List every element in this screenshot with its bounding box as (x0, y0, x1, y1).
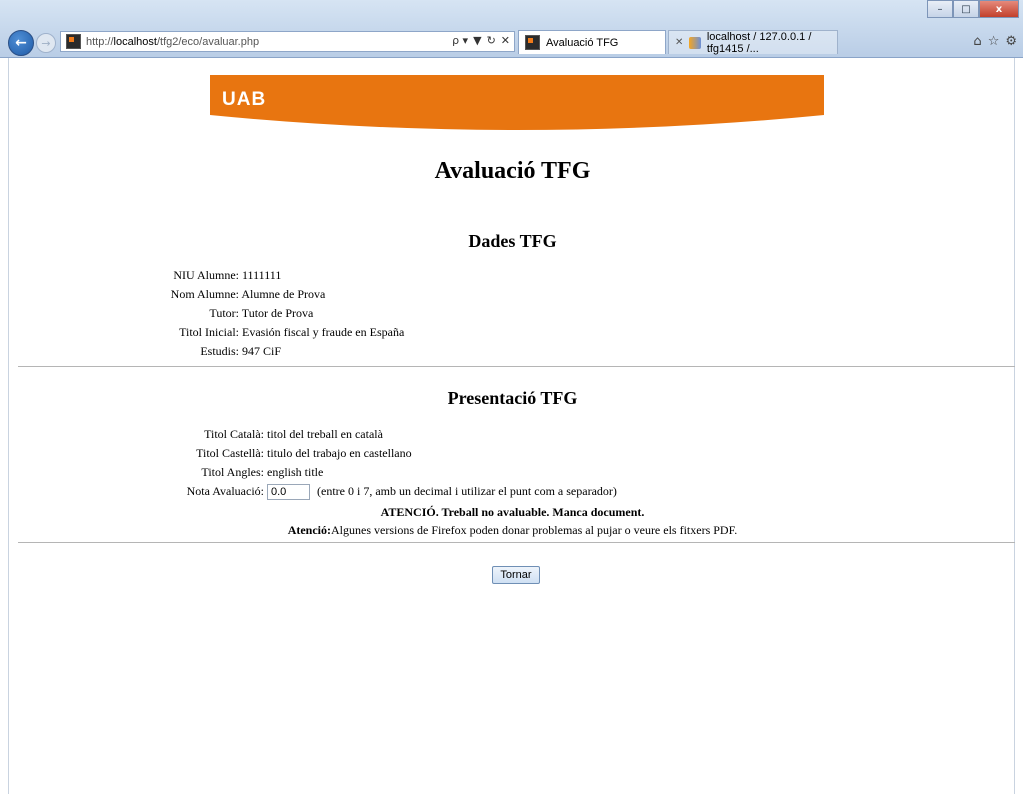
nota-row: Nota Avaluació: 0.0 (entre 0 i 7, amb un… (109, 484, 617, 501)
field-value: 1111111 (242, 268, 282, 282)
field-value: Alumne de Prova (241, 287, 326, 301)
field-value: 947 CiF (242, 344, 282, 358)
close-window-button[interactable]: x (979, 0, 1019, 18)
url-host: localhost (113, 35, 157, 48)
presentacio-row-catala: Titol Català: titol del treball en catal… (109, 427, 383, 442)
presentacio-heading: Presentació TFG (447, 388, 578, 408)
field-value: titulo del trabajo en castellano (267, 446, 412, 460)
field-label: Titol Inicial: (179, 325, 239, 339)
uab-banner: UAB (210, 75, 824, 133)
phpmyadmin-icon (689, 36, 701, 49)
dades-row-tutor: Tutor: Tutor de Prova (109, 306, 313, 321)
url-text: http://localhost/tfg2/eco/avaluar.php (86, 36, 259, 48)
arrow-left-icon: ← (15, 35, 27, 51)
firefox-notice: Atenció:Algunes versions de Firefox pode… (9, 523, 1016, 538)
tab-title: localhost / 127.0.0.1 / tfg1415 /... (706, 30, 812, 55)
tornar-button[interactable]: Tornar (492, 566, 540, 584)
notice-text: Algunes versions de Firefox poden donar … (331, 523, 738, 537)
field-value: Evasión fiscal y fraude en España (242, 325, 405, 339)
address-bar[interactable]: http://localhost/tfg2/eco/avaluar.php ρ … (60, 31, 515, 52)
divider (18, 366, 1015, 367)
maximize-button[interactable]: □ (953, 0, 979, 18)
address-tools: ρ ▾ ▼ ↻ ✕ (452, 34, 510, 47)
banner-curve (210, 115, 824, 133)
notice-bold: Atenció: (287, 523, 332, 537)
stop-icon[interactable]: ✕ (501, 34, 510, 47)
nota-label: Nota Avaluació: (186, 484, 264, 498)
home-icon[interactable]: ⌂ (973, 34, 981, 49)
divider (18, 542, 1015, 543)
tab-avaluacio[interactable]: Avaluació TFG (518, 30, 666, 54)
search-icon[interactable]: ρ ▾ (452, 34, 468, 47)
dades-row-titol-inicial: Titol Inicial: Evasión fiscal y fraude e… (109, 325, 404, 340)
page-content: UAB Avaluació TFG Dades TFG NIU Alumne: … (8, 58, 1015, 794)
field-label: Estudis: (200, 344, 239, 358)
url-prefix: http:// (86, 35, 114, 48)
refresh-icon[interactable]: ↻ (487, 34, 496, 47)
field-label: Nom Alumne: (170, 287, 239, 301)
close-tab-icon[interactable]: ✕ (675, 37, 683, 48)
back-button[interactable]: ← (8, 30, 34, 56)
presentacio-row-castella: Titol Castellà: titulo del trabajo en ca… (109, 446, 412, 461)
navigation-bar: ← → http://localhost/tfg2/eco/avaluar.ph… (0, 28, 1023, 56)
dades-row-estudis: Estudis: 947 CiF (109, 344, 281, 359)
site-favicon-icon (66, 34, 81, 49)
presentacio-row-angles: Titol Angles: english title (109, 465, 323, 480)
arrow-right-icon: → (41, 36, 51, 50)
tab-title: Avaluació TFG (546, 36, 619, 49)
minimize-button[interactable]: – (927, 0, 953, 18)
browser-chrome: – □ x ← → http://localhost/tfg2/eco/aval… (0, 0, 1023, 58)
site-favicon-icon (525, 35, 540, 50)
url-path: /tfg2/eco/avaluar.php (156, 35, 260, 48)
forward-button[interactable]: → (36, 33, 56, 53)
nota-hint: (entre 0 i 7, amb un decimal i utilizar … (317, 484, 617, 498)
tab-phpmyadmin[interactable]: ✕ localhost / 127.0.0.1 / tfg1415 /... (668, 30, 838, 55)
nota-input[interactable]: 0.0 (267, 484, 310, 501)
dades-row-nom: Nom Alumne: Alumne de Prova (109, 287, 326, 302)
dades-row-niu: NIU Alumne: 1111111 (109, 268, 281, 283)
field-label: Titol Angles: (201, 465, 264, 479)
dades-heading: Dades TFG (468, 231, 557, 251)
field-label: Tutor: (209, 306, 239, 320)
field-label: NIU Alumne: (173, 268, 239, 282)
field-value: titol del treball en català (267, 427, 383, 441)
window-controls: – □ x (927, 0, 1019, 18)
toolbar-icons: ⌂ ☆ ⚙ (973, 34, 1017, 49)
field-label: Titol Castellà: (196, 446, 264, 460)
field-label: Titol Català: (204, 427, 264, 441)
uab-logo: UAB (222, 89, 267, 110)
page-title: Avaluació TFG (434, 158, 591, 184)
field-value: Tutor de Prova (241, 306, 314, 320)
gear-icon[interactable]: ⚙ (1005, 34, 1017, 49)
field-value: english title (267, 465, 324, 479)
favorites-star-icon[interactable]: ☆ (988, 34, 1000, 49)
warning-not-evaluable: ATENCIÓ. Treball no avaluable. Manca doc… (380, 505, 645, 519)
compatibility-icon[interactable]: ▼ (473, 34, 481, 47)
